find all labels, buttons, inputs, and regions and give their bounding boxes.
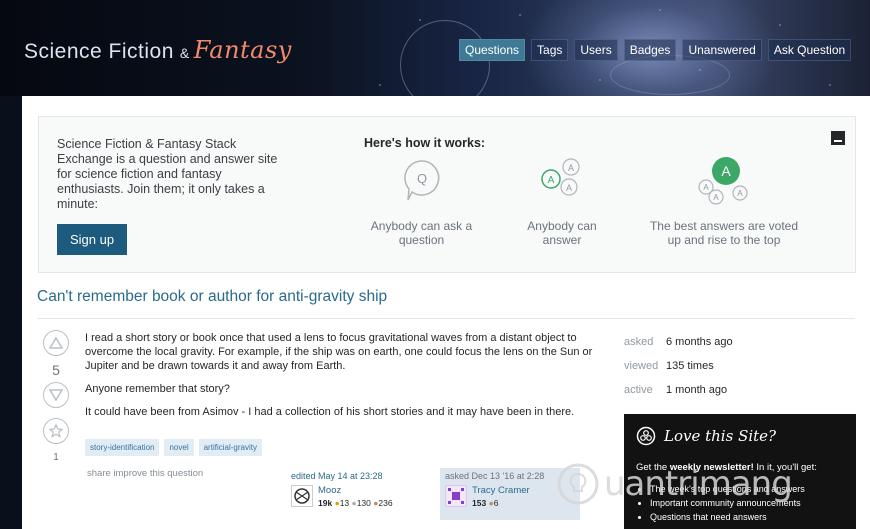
svg-text:Q: Q: [416, 171, 426, 186]
editor-name[interactable]: Mooz: [318, 485, 393, 496]
body-paragraph: It could have been from Asimov - I had a…: [85, 406, 575, 418]
editor-reputation: 19k ●13 ●130 ●236: [318, 498, 393, 508]
top-nav: Questions Tags Users Badges Unanswered A…: [459, 39, 852, 61]
body-paragraph: Anyone remember that story?: [85, 383, 230, 395]
welcome-banner: Science Fiction & Fantasy Stack Exchange…: [38, 116, 856, 273]
answer-bubbles-icon: A A A: [537, 155, 587, 213]
question-title[interactable]: Can't remember book or author for anti-g…: [37, 288, 387, 306]
improve-link[interactable]: improve this question: [113, 468, 203, 479]
upvote-button[interactable]: [43, 330, 69, 356]
step-answer: A A A Anybody can answer: [517, 155, 607, 247]
question-body: I read a short story or book once that u…: [85, 331, 605, 428]
step-best-answer-text: The best answers are voted up and rise t…: [649, 219, 799, 247]
question-stats: asked 6 months ago viewed 135 times active…: [624, 330, 733, 402]
favorite-count: 1: [53, 452, 59, 463]
nav-unanswered[interactable]: Unanswered: [682, 39, 762, 61]
nav-users[interactable]: Users: [574, 39, 618, 61]
how-it-works-title: Here's how it works:: [364, 136, 486, 150]
tag-artificial-gravity[interactable]: artificial-gravity: [198, 439, 262, 456]
share-link[interactable]: share: [87, 468, 111, 479]
asked-value[interactable]: 6 months ago: [666, 336, 733, 348]
tag-list: story-identification novel artificial-gr…: [85, 439, 262, 456]
viewed-value: 135 times: [666, 360, 714, 372]
logo-script-text: Fantasy: [193, 36, 292, 64]
site-description: Science Fiction & Fantasy Stack Exchange…: [57, 137, 278, 211]
gold-badge-count: 13: [339, 498, 350, 508]
star-icon: [49, 424, 63, 438]
question-bubble-icon: Q: [399, 155, 445, 213]
svg-text:A: A: [548, 175, 555, 186]
svg-text:A: A: [721, 163, 731, 179]
title-divider: [37, 318, 855, 319]
active-value[interactable]: 1 month ago: [666, 384, 727, 396]
triangle-down-icon: [49, 389, 63, 402]
asked-key: asked: [624, 336, 654, 348]
avatar[interactable]: [291, 485, 313, 507]
edited-label[interactable]: edited May 14 at 23:28: [291, 471, 421, 481]
svg-text:A: A: [703, 183, 709, 192]
step-best-answer: A A A A The best answers are voted up an…: [644, 155, 804, 247]
lightbulb-icon: [557, 463, 599, 505]
owner-reputation: 153 ●6: [472, 498, 530, 508]
nav-questions[interactable]: Questions: [459, 39, 526, 61]
vote-cell: 5 1: [41, 330, 71, 463]
nav-ask-question[interactable]: Ask Question: [767, 39, 852, 61]
list-item: Questions that need answers: [650, 510, 805, 524]
vote-count: 5: [52, 362, 60, 378]
newsletter-title: Love this Site?: [664, 427, 777, 445]
owner-name[interactable]: Tracy Cramer: [472, 485, 530, 496]
site-logo[interactable]: Science Fiction & Fantasy: [24, 36, 292, 64]
watermark: uantrimang: [556, 462, 793, 506]
editor-card: edited May 14 at 23:28 Mooz 19k ●13 ●130…: [286, 468, 426, 520]
stack-exchange-icon: [636, 426, 656, 446]
svg-text:A: A: [568, 163, 574, 173]
nav-badges[interactable]: Badges: [623, 39, 677, 61]
svg-text:A: A: [737, 189, 743, 198]
watermark-text: uantrimang: [604, 464, 793, 504]
nav-tags[interactable]: Tags: [531, 39, 569, 61]
silver-badge-count: 130: [356, 498, 371, 508]
active-key: active: [624, 384, 653, 396]
bronze-badge-count: 236: [378, 498, 393, 508]
avatar[interactable]: [445, 485, 467, 507]
minimize-banner-button[interactable]: [831, 131, 845, 145]
svg-text:A: A: [713, 193, 719, 202]
best-answer-icon: A A A A: [694, 155, 754, 213]
owner-rep-score: 153: [472, 498, 487, 508]
editor-rep-score: 19k: [318, 498, 333, 508]
step-ask-text: Anybody can ask a question: [370, 219, 473, 247]
bronze-badge-count: 6: [493, 498, 499, 508]
logo-ampersand: &: [179, 45, 190, 61]
svg-text:A: A: [566, 183, 572, 193]
downvote-button[interactable]: [43, 382, 69, 408]
body-paragraph: I read a short story or book once that u…: [85, 332, 593, 372]
tag-story-identification[interactable]: story-identification: [85, 439, 160, 456]
favorite-button[interactable]: [43, 418, 69, 444]
post-menu: share improve this question: [87, 468, 203, 479]
logo-main-text: Science Fiction: [24, 40, 174, 63]
triangle-up-icon: [49, 336, 63, 349]
step-ask: Q Anybody can ask a question: [364, 155, 479, 247]
viewed-key: viewed: [624, 360, 659, 372]
site-header: Science Fiction & Fantasy Questions Tags U…: [0, 0, 870, 96]
signup-button[interactable]: Sign up: [57, 224, 127, 255]
step-answer-text: Anybody can answer: [527, 219, 597, 247]
tag-novel[interactable]: novel: [164, 439, 194, 456]
